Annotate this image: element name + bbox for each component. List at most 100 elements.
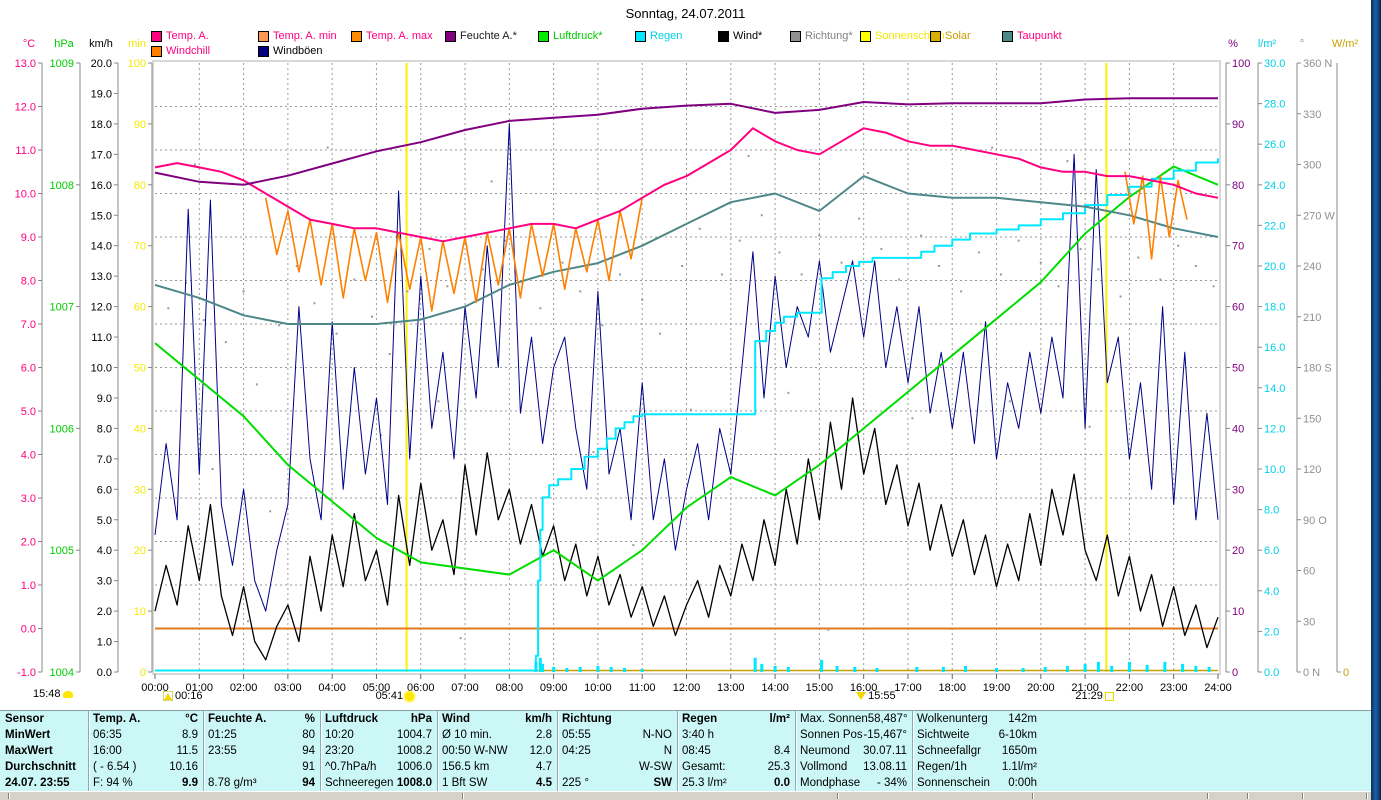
- table-cell: 01:25: [208, 729, 237, 741]
- svg-text:1009: 1009: [50, 58, 74, 70]
- status-bar-divider: [8, 793, 9, 799]
- table-cell: 1006.0: [396, 761, 432, 773]
- table-cell: 11.5: [176, 745, 198, 757]
- svg-text:1005: 1005: [50, 545, 74, 557]
- table-row: Schneeregen 1008.0: [320, 775, 437, 791]
- table-cell: Sensor: [5, 713, 44, 725]
- svg-text:13.0: 13.0: [15, 58, 36, 70]
- svg-text:50: 50: [134, 363, 146, 375]
- weather-chart[interactable]: 13.0 12.0 11.0 10.0 9.0 8.0 7.0 6.0 5.0 4.0 3.0 2.0…: [0, 0, 1381, 710]
- weather-app-window: Sonntag, 24.07.2011 Temp. A. Temp. A. min…: [0, 0, 1381, 800]
- table-col-luftdruck: Luftdruck hPa 10:20 1004.7 23:20 1008.2 ^0.7hP…: [320, 711, 438, 792]
- table-row: Ø 10 min. 2.8: [437, 727, 557, 743]
- table-row: 08:45 8.4: [677, 743, 795, 759]
- svg-text:4.0: 4.0: [1264, 586, 1279, 598]
- svg-text:03:00: 03:00: [274, 682, 302, 694]
- table-cell: Durchschnitt: [5, 761, 76, 773]
- table-cell: 25.3: [767, 761, 790, 773]
- table-cell: Luftdruck: [325, 713, 379, 725]
- status-bar-divider: [462, 793, 463, 799]
- table-col-astro: Max. Sonnen 58,487° Sonnen Pos -15,467° Neum…: [795, 711, 913, 792]
- svg-text:80: 80: [1232, 180, 1244, 192]
- table-cell: 08:45: [682, 745, 711, 757]
- table-row: Wind km/h: [437, 711, 557, 727]
- svg-text:40: 40: [134, 423, 146, 435]
- axis-direction: 360 N 330 300 270 W 240 210 180 S 150 120 90 O 60 3…: [1296, 58, 1335, 679]
- svg-text:23:00: 23:00: [1160, 682, 1188, 694]
- status-bar-divider: [1302, 793, 1303, 799]
- svg-text:08:00: 08:00: [496, 682, 524, 694]
- svg-text:2.0: 2.0: [97, 606, 112, 618]
- statistics-table: Sensor MinWert MaxWert Durchschnitt 24.07. 2…: [0, 710, 1371, 792]
- table-cell: Wind: [442, 713, 470, 725]
- axis-solar: 0: [1336, 63, 1349, 679]
- table-row: 24.07. 23:55: [0, 775, 88, 791]
- table-cell: 0.0: [774, 777, 790, 789]
- svg-text:16:00: 16:00: [850, 682, 878, 694]
- table-cell: ^0.7hPa/h: [325, 761, 377, 773]
- table-row: 16:00 11.5: [88, 743, 203, 759]
- svg-text:14:00: 14:00: [761, 682, 789, 694]
- svg-text:20: 20: [1232, 545, 1244, 557]
- table-cell: 1008.0: [396, 777, 432, 789]
- svg-text:6.0: 6.0: [1264, 545, 1279, 557]
- svg-text:09:00: 09:00: [540, 682, 568, 694]
- svg-text:120: 120: [1303, 464, 1321, 476]
- svg-text:7.0: 7.0: [21, 319, 36, 331]
- table-cell: 25.3 l/m²: [682, 777, 727, 789]
- svg-text:12.0: 12.0: [1264, 423, 1285, 435]
- table-cell: Vollmond: [800, 761, 848, 773]
- table-row: 8.78 g/m³ 94: [203, 775, 320, 791]
- svg-text:3.0: 3.0: [21, 493, 36, 505]
- table-row: 04:25 N: [557, 743, 677, 759]
- svg-text:11:00: 11:00: [629, 682, 656, 694]
- table-cell: 1650m: [1001, 745, 1037, 757]
- svg-text:4.0: 4.0: [21, 450, 36, 462]
- table-cell: 9.9: [182, 777, 198, 789]
- svg-text:01:00: 01:00: [186, 682, 214, 694]
- table-row: MinWert: [0, 727, 88, 743]
- svg-text:14.0: 14.0: [1264, 383, 1285, 395]
- table-cell: 2.8: [536, 729, 552, 741]
- table-cell: 142m: [1008, 713, 1037, 725]
- svg-text:13:00: 13:00: [717, 682, 745, 694]
- table-cell: 8.78 g/m³: [208, 777, 257, 789]
- svg-text:16.0: 16.0: [1264, 342, 1285, 354]
- svg-text:20.0: 20.0: [1264, 261, 1285, 273]
- svg-text:10: 10: [134, 606, 146, 618]
- svg-text:00:00: 00:00: [141, 682, 169, 694]
- svg-text:5.0: 5.0: [21, 406, 36, 418]
- svg-text:60: 60: [134, 302, 146, 314]
- svg-text:330: 330: [1303, 109, 1321, 121]
- table-col-richtung: Richtung 05:55 N-NO 04:25 N W-SW 225 ° SW: [557, 711, 678, 792]
- svg-text:06:00: 06:00: [407, 682, 435, 694]
- svg-text:12:00: 12:00: [673, 682, 701, 694]
- svg-text:12.0: 12.0: [91, 302, 112, 314]
- svg-text:180 S: 180 S: [1303, 363, 1332, 375]
- svg-text:22.0: 22.0: [1264, 220, 1285, 232]
- table-cell: hPa: [410, 713, 432, 725]
- table-cell: °C: [185, 713, 198, 725]
- table-cell: Sonnenschein: [917, 777, 990, 789]
- table-row: 05:55 N-NO: [557, 727, 677, 743]
- svg-text:18.0: 18.0: [1264, 302, 1285, 314]
- svg-text:100: 100: [128, 58, 146, 70]
- table-cell: Schneefallgr: [917, 745, 981, 757]
- svg-text:0.0: 0.0: [97, 667, 112, 679]
- svg-text:40: 40: [1232, 423, 1244, 435]
- table-cell: 91: [302, 761, 315, 773]
- table-row: 23:20 1008.2: [320, 743, 437, 759]
- table-row: Feuchte A.%: [203, 711, 320, 727]
- table-cell: 94: [302, 777, 315, 789]
- table-cell: SW: [653, 777, 672, 789]
- table-row: Vollmond 13.08.11: [795, 759, 912, 775]
- axis-wind: 20.0 19.0 18.0 17.0 16.0 15.0 14.0 13.0 12.0 11.0…: [91, 58, 119, 679]
- status-bar-divider: [1032, 793, 1033, 799]
- svg-text:70: 70: [1232, 241, 1244, 253]
- axis-sunshine: 1009080706050403020100: [128, 58, 153, 679]
- svg-text:90: 90: [134, 119, 146, 131]
- svg-text:30: 30: [1232, 484, 1244, 496]
- svg-text:20:00: 20:00: [1027, 682, 1055, 694]
- svg-text:30: 30: [134, 484, 146, 496]
- table-cell: Max. Sonnen: [800, 713, 868, 725]
